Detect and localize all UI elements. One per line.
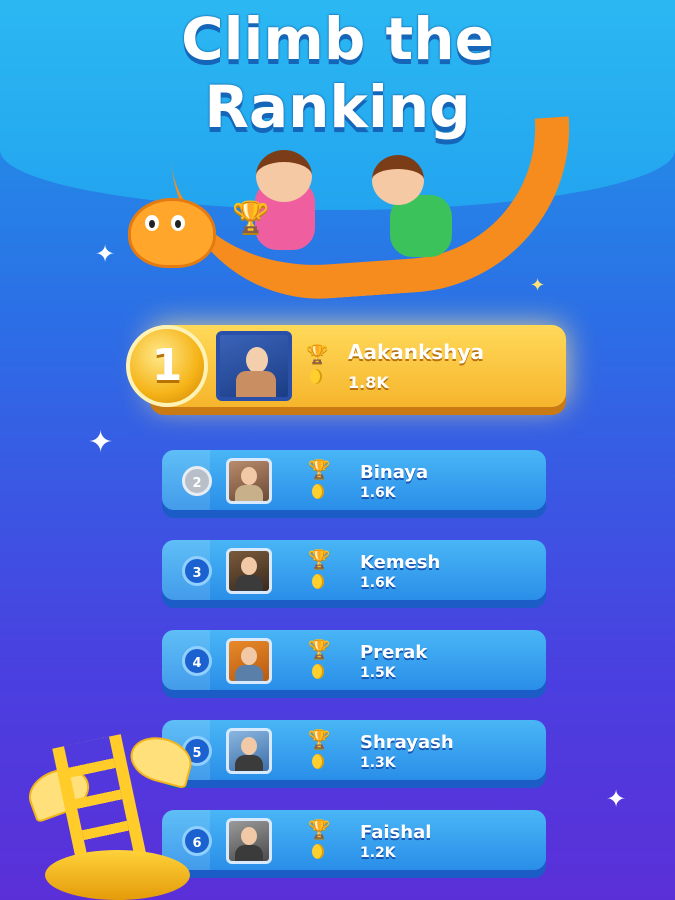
leaderboard-row[interactable]: 4 🏆 Prerak 1.5K xyxy=(162,630,546,690)
trophy-base xyxy=(45,850,190,900)
avatar xyxy=(226,818,272,864)
rank-badge: 3 xyxy=(182,556,212,586)
trophy-icon: 🏆 xyxy=(308,639,331,660)
player-name: Kemesh xyxy=(360,552,441,573)
trophy-icon: 🏆 xyxy=(308,459,331,480)
snake-eye xyxy=(145,215,159,231)
player-name: Shrayash xyxy=(360,732,454,753)
coin-icon xyxy=(312,844,324,859)
player-name: Prerak xyxy=(360,642,428,663)
player-score: 1.6K xyxy=(360,485,396,501)
avatar xyxy=(226,638,272,684)
page-title-line2: Ranking xyxy=(204,73,471,141)
coin-icon xyxy=(312,484,324,499)
rank-badge: 6 xyxy=(182,826,212,856)
player-name: Faishal xyxy=(360,822,432,843)
page-title-line1: Climb the xyxy=(181,5,494,73)
sparkle-icon: ✦ xyxy=(606,785,627,813)
leaderboard-first-place[interactable]: 1 🏆 Aakankshya 1.8K xyxy=(126,325,566,407)
trophy-icon: 🏆 xyxy=(308,819,331,840)
leaderboard-row[interactable]: 6 🏆 Faishal 1.2K xyxy=(162,810,546,870)
player-name: Binaya xyxy=(360,462,429,483)
avatar xyxy=(226,458,272,504)
sparkle-icon: ✦ xyxy=(530,275,546,296)
player-score: 1.5K xyxy=(360,665,396,681)
rank-badge: 2 xyxy=(182,466,212,496)
coin-icon xyxy=(312,574,324,589)
rank-badge: 4 xyxy=(182,646,212,676)
sparkle-icon: ✦ xyxy=(95,240,116,268)
leaderboard-row[interactable]: 2 🏆 Binaya 1.6K xyxy=(162,450,546,510)
avatar xyxy=(216,331,292,401)
player-name: Aakankshya xyxy=(348,340,484,364)
player-score: 1.8K xyxy=(348,373,389,392)
gold-medal-icon: 1 xyxy=(126,325,208,407)
coin-icon xyxy=(310,369,322,384)
player-score: 1.6K xyxy=(360,575,396,591)
avatar xyxy=(226,728,272,774)
avatar xyxy=(226,548,272,594)
trophy-icon: 🏆 xyxy=(308,549,331,570)
trophy-icon: 🏆 xyxy=(306,344,329,365)
trophy-icon: 🏆 xyxy=(308,729,331,750)
leaderboard-row[interactable]: 3 🏆 Kemesh 1.6K xyxy=(162,540,546,600)
coin-icon xyxy=(312,664,324,679)
player-score: 1.3K xyxy=(360,755,396,771)
girl-character-head xyxy=(256,150,312,202)
sparkle-icon: ✦ xyxy=(88,425,114,460)
coin-icon xyxy=(312,754,324,769)
snake-head xyxy=(128,198,216,268)
trophy-icon: 🏆 xyxy=(232,200,270,235)
snake-eye xyxy=(171,215,185,231)
player-score: 1.2K xyxy=(360,845,396,861)
leaderboard-row[interactable]: 5 🏆 Shrayash 1.3K xyxy=(162,720,546,780)
boy-character-head xyxy=(372,155,424,205)
